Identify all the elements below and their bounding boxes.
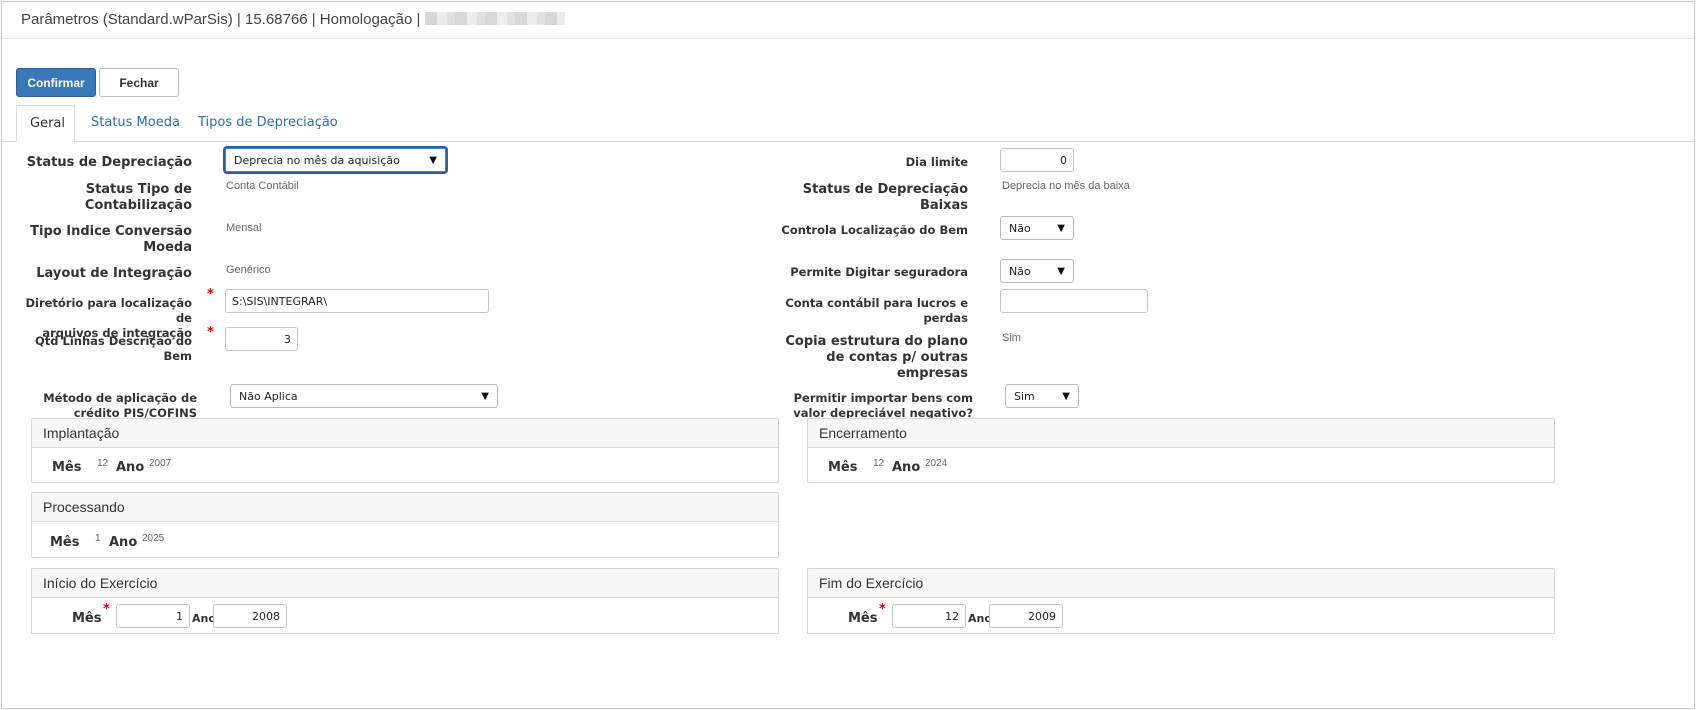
redacted-user-info: [424, 12, 565, 25]
tab-tipos-depreciacao[interactable]: Tipos de Depreciação: [198, 105, 338, 142]
mes-value: 12: [873, 458, 885, 469]
mes-label: Mês: [848, 611, 878, 626]
ano-label: Ano: [892, 460, 921, 475]
window-title: Parâmetros (Standard.wParSis) | 15.68766…: [21, 11, 421, 28]
mes-value: 1: [95, 533, 101, 544]
permite-seguradora-label: Permite Digitar seguradora: [790, 265, 968, 279]
permitir-importar-select[interactable]: Sim ▼: [1005, 384, 1079, 408]
metodo-pis-cofins-label: Método de aplicação de crédito PIS/COFIN…: [43, 391, 197, 420]
qtd-linhas-descricao-label: Qtd Linhas Descrição do Bem: [35, 334, 192, 363]
confirm-button[interactable]: Confirmar: [16, 68, 96, 97]
required-mark: *: [207, 325, 214, 340]
tab-bar: Geral Status Moeda Tipos de Depreciação: [2, 105, 1694, 143]
window-title-bar: Parâmetros (Standard.wParSis) | 15.68766…: [2, 2, 1694, 39]
conta-lucros-perdas-label: Conta contábil para lucros e perdas: [785, 296, 968, 325]
required-mark: *: [879, 602, 886, 617]
mes-label: Mês: [828, 460, 858, 475]
required-mark: *: [207, 287, 214, 302]
mes-label: Mês: [50, 535, 80, 550]
layout-integracao-label: Layout de Integração: [36, 266, 192, 281]
panel-fim-exercicio: Fim do Exercício Mês * Ano: [807, 568, 1555, 634]
tab-status-moeda[interactable]: Status Moeda: [91, 105, 180, 142]
status-tipo-contabilizacao-value: Conta Contábil: [226, 180, 299, 192]
panel-title: Fim do Exercício: [808, 569, 1554, 598]
copia-estrutura-label: Copia estrutura do plano de contas p/ ou…: [785, 334, 968, 381]
metodo-pis-cofins-select[interactable]: Não Aplica ▼: [230, 384, 498, 408]
status-depreciacao-baixas-label: Status de Depreciação Baixas: [802, 182, 968, 213]
panel-implantacao: Implantação Mês 12 Ano 2007: [31, 418, 779, 483]
controla-localizacao-label: Controla Localização do Bem: [781, 223, 968, 237]
tipo-indice-conversao-value: Mensal: [226, 222, 262, 234]
mes-value: 12: [97, 458, 109, 469]
ano-label: Ano: [109, 535, 138, 550]
qtd-linhas-descricao-input[interactable]: [225, 327, 298, 351]
tipo-indice-conversao-label: Tipo Indice Conversão Moeda: [30, 224, 192, 255]
copia-estrutura-value: Sim: [1002, 332, 1021, 344]
panel-processando: Processando Mês 1 Ano 2025: [31, 492, 779, 558]
status-depreciacao-label: Status de Depreciação: [26, 155, 192, 170]
window: Parâmetros (Standard.wParSis) | 15.68766…: [1, 1, 1695, 709]
chevron-down-icon: ▼: [1057, 265, 1065, 277]
chevron-down-icon: ▼: [481, 390, 489, 402]
chevron-down-icon: ▼: [1062, 390, 1070, 402]
panel-title: Processando: [32, 493, 778, 522]
status-tipo-contabilizacao-label: Status Tipo de Contabilização: [84, 182, 192, 213]
conta-lucros-perdas-input[interactable]: [1000, 289, 1148, 313]
panel-encerramento: Encerramento Mês 12 Ano 2024: [807, 418, 1555, 483]
diretorio-integracao-input[interactable]: [225, 289, 489, 313]
inicio-ano-input[interactable]: [213, 604, 287, 628]
chevron-down-icon: ▼: [429, 154, 437, 166]
required-mark: *: [103, 602, 110, 617]
fim-mes-input[interactable]: [892, 604, 966, 628]
mes-label: Mês: [52, 460, 82, 475]
panel-title: Início do Exercício: [32, 569, 778, 598]
ano-value: 2007: [149, 458, 172, 469]
panel-title: Encerramento: [808, 419, 1554, 448]
ano-label: Ano: [116, 460, 145, 475]
ano-value: 2025: [142, 533, 165, 544]
mes-label: Mês: [72, 611, 102, 626]
ano-value: 2024: [925, 458, 948, 469]
close-button[interactable]: Fechar: [99, 68, 179, 97]
panel-inicio-exercicio: Início do Exercício Mês * Ano: [31, 568, 779, 634]
layout-integracao-value: Genérico: [226, 264, 271, 276]
panel-title: Implantação: [32, 419, 778, 448]
dia-limite-label: Dia limite: [905, 155, 968, 169]
controla-localizacao-select[interactable]: Não ▼: [1000, 216, 1074, 240]
tab-geral[interactable]: Geral: [16, 105, 75, 143]
status-depreciacao-baixas-value: Deprecia no mês da baixa: [1002, 180, 1130, 192]
chevron-down-icon: ▼: [1057, 222, 1065, 234]
fim-ano-input[interactable]: [989, 604, 1063, 628]
status-depreciacao-select[interactable]: Deprecia no mês da aquisição ▼: [225, 148, 446, 172]
permitir-importar-label: Permitir importar bens com valor depreci…: [793, 391, 973, 420]
dia-limite-input[interactable]: [1000, 148, 1074, 172]
inicio-mes-input[interactable]: [116, 604, 190, 628]
permite-seguradora-select[interactable]: Não ▼: [1000, 259, 1074, 283]
